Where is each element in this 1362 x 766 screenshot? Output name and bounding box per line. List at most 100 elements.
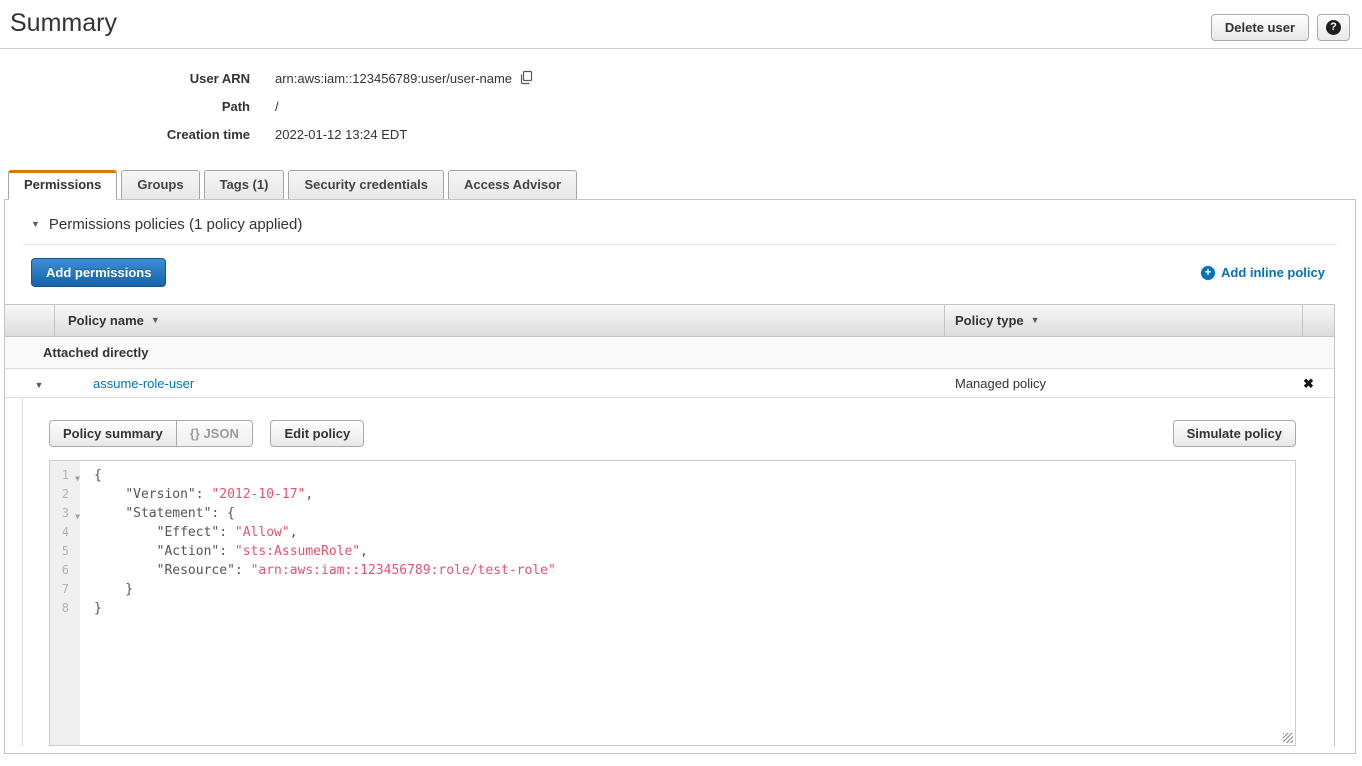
policy-detail-panel: Policy summary {} JSON Edit policy Simul… [22,398,1334,746]
line-number-text: 5 [62,544,69,558]
info-label: Creation time [0,127,250,142]
section-collapse-caret-icon[interactable]: ▼ [31,220,40,229]
info-value-text: / [275,99,279,114]
info-row: User ARNarn:aws:iam::123456789:user/user… [0,64,1362,92]
user-info-section: User ARNarn:aws:iam::123456789:user/user… [0,49,1362,152]
remove-policy-icon[interactable]: ✖ [1303,376,1314,391]
line-number: 3▼ [50,504,80,523]
code-line: "Effect": "Allow", [94,523,1295,542]
code-line: { [94,466,1295,485]
help-button[interactable]: ? [1317,14,1350,41]
line-number-text: 2 [62,487,69,501]
row-expand-caret-icon[interactable]: ▼ [35,380,44,390]
tab-groups[interactable]: Groups [121,170,199,199]
code-punctuation: : [235,563,251,578]
group-row-attached-directly: Attached directly [5,337,1334,369]
line-number: 8 [50,599,80,618]
code-key: "Effect" [157,525,220,540]
editor-code-area[interactable]: { "Version": "2012-10-17", "Statement": … [80,461,1295,745]
add-inline-policy-label: Add inline policy [1221,265,1325,280]
header-cell-policy-type[interactable]: Policy type ▼ [945,305,1303,336]
code-punctuation: } [94,582,133,597]
policy-view-toggle-group: Policy summary {} JSON [49,420,253,447]
line-number: 5 [50,542,80,561]
code-line: } [94,580,1295,599]
delete-user-button[interactable]: Delete user [1211,14,1309,41]
code-punctuation: : [219,544,235,559]
code-key: "Version" [125,487,195,502]
line-number-text: 4 [62,525,69,539]
line-number: 1▼ [50,466,80,485]
code-punctuation: : [219,525,235,540]
add-permissions-button[interactable]: Add permissions [31,258,166,287]
add-inline-policy-link[interactable]: + Add inline policy [1201,265,1325,280]
header-cell-remove [1303,305,1334,336]
code-string-value: "Allow" [235,525,290,540]
info-row: Creation time 2022-01-12 13:24 EDT [0,120,1362,148]
code-string-value: "2012-10-17" [211,487,305,502]
policy-name-link[interactable]: assume-role-user [93,376,194,391]
line-number: 4 [50,523,80,542]
policy-row: ▼ assume-role-user Managed policy ✖ [5,369,1334,398]
tab-permissions[interactable]: Permissions [8,170,117,200]
line-number-text: 7 [62,582,69,596]
policies-table-header: Policy name ▼ Policy type ▼ [5,305,1334,337]
code-line: "Version": "2012-10-17", [94,485,1295,504]
line-number: 6 [50,561,80,580]
edit-policy-button[interactable]: Edit policy [270,420,364,447]
permissions-policies-section-header: ▼ Permissions policies (1 policy applied… [5,200,1355,233]
code-punctuation [94,487,125,502]
line-number: 7 [50,580,80,599]
code-line: "Action": "sts:AssumeRole", [94,542,1295,561]
code-key: "Statement" [125,506,211,521]
tab-security-credentials[interactable]: Security credentials [288,170,444,199]
code-punctuation: , [305,487,313,502]
json-button[interactable]: {} JSON [177,420,253,447]
remove-policy-cell: ✖ [1303,376,1334,391]
code-line: "Resource": "arn:aws:iam::123456789:role… [94,561,1295,580]
policy-actions-row: Add permissions + Add inline policy [5,245,1355,304]
editor-resize-handle[interactable] [1283,733,1293,743]
policy-type-header-label: Policy type [955,313,1024,328]
code-line: } [94,599,1295,618]
copy-icon[interactable] [519,70,534,88]
code-punctuation: : [196,487,212,502]
policy-name-cell: assume-role-user [55,376,945,391]
code-punctuation [94,506,125,521]
info-label: Path [0,99,250,114]
info-value: 2022-01-12 13:24 EDT [275,127,407,142]
tab-access-advisor[interactable]: Access Advisor [448,170,577,199]
header-cell-policy-name[interactable]: Policy name ▼ [55,305,945,336]
policies-table: Policy name ▼ Policy type ▼ Attached dir… [5,304,1335,746]
info-value-text: arn:aws:iam::123456789:user/user-name [275,71,512,86]
code-punctuation: { [94,468,102,483]
permissions-panel: ▼ Permissions policies (1 policy applied… [4,199,1356,754]
policy-name-header-label: Policy name [68,313,144,328]
info-row: Path / [0,92,1362,120]
line-number-text: 8 [62,601,69,615]
code-punctuation [94,525,157,540]
code-punctuation: : { [211,506,234,521]
page-title: Summary [10,8,117,38]
code-key: "Resource" [157,563,235,578]
policy-detail-toolbar: Policy summary {} JSON Edit policy Simul… [49,420,1296,447]
code-line: "Statement": { [94,504,1295,523]
policy-summary-button[interactable]: Policy summary [49,420,177,447]
sort-caret-icon: ▼ [151,316,160,325]
info-value-text: 2022-01-12 13:24 EDT [275,127,407,142]
tab-tags-1[interactable]: Tags (1) [204,170,285,199]
section-title: Permissions policies (1 policy applied) [49,216,302,233]
page-header: Summary Delete user ? [0,0,1362,49]
header-cell-expand [5,305,55,336]
policy-type-cell: Managed policy [945,376,1303,391]
code-string-value: "arn:aws:iam::123456789:role/test-role" [251,563,556,578]
row-expand-cell: ▼ [5,376,55,391]
simulate-policy-button[interactable]: Simulate policy [1173,420,1296,447]
json-policy-editor[interactable]: 1▼ 2 3▼ 4 5 6 7 8 { "Version": "2012-10-17", "S… [49,460,1296,746]
code-punctuation: , [360,544,368,559]
code-punctuation: } [94,601,102,616]
tabs-bar: PermissionsGroupsTags (1)Security creden… [0,170,1362,199]
line-number-text: 3 [62,506,69,520]
code-key: "Action" [157,544,220,559]
code-string-value: "sts:AssumeRole" [235,544,360,559]
